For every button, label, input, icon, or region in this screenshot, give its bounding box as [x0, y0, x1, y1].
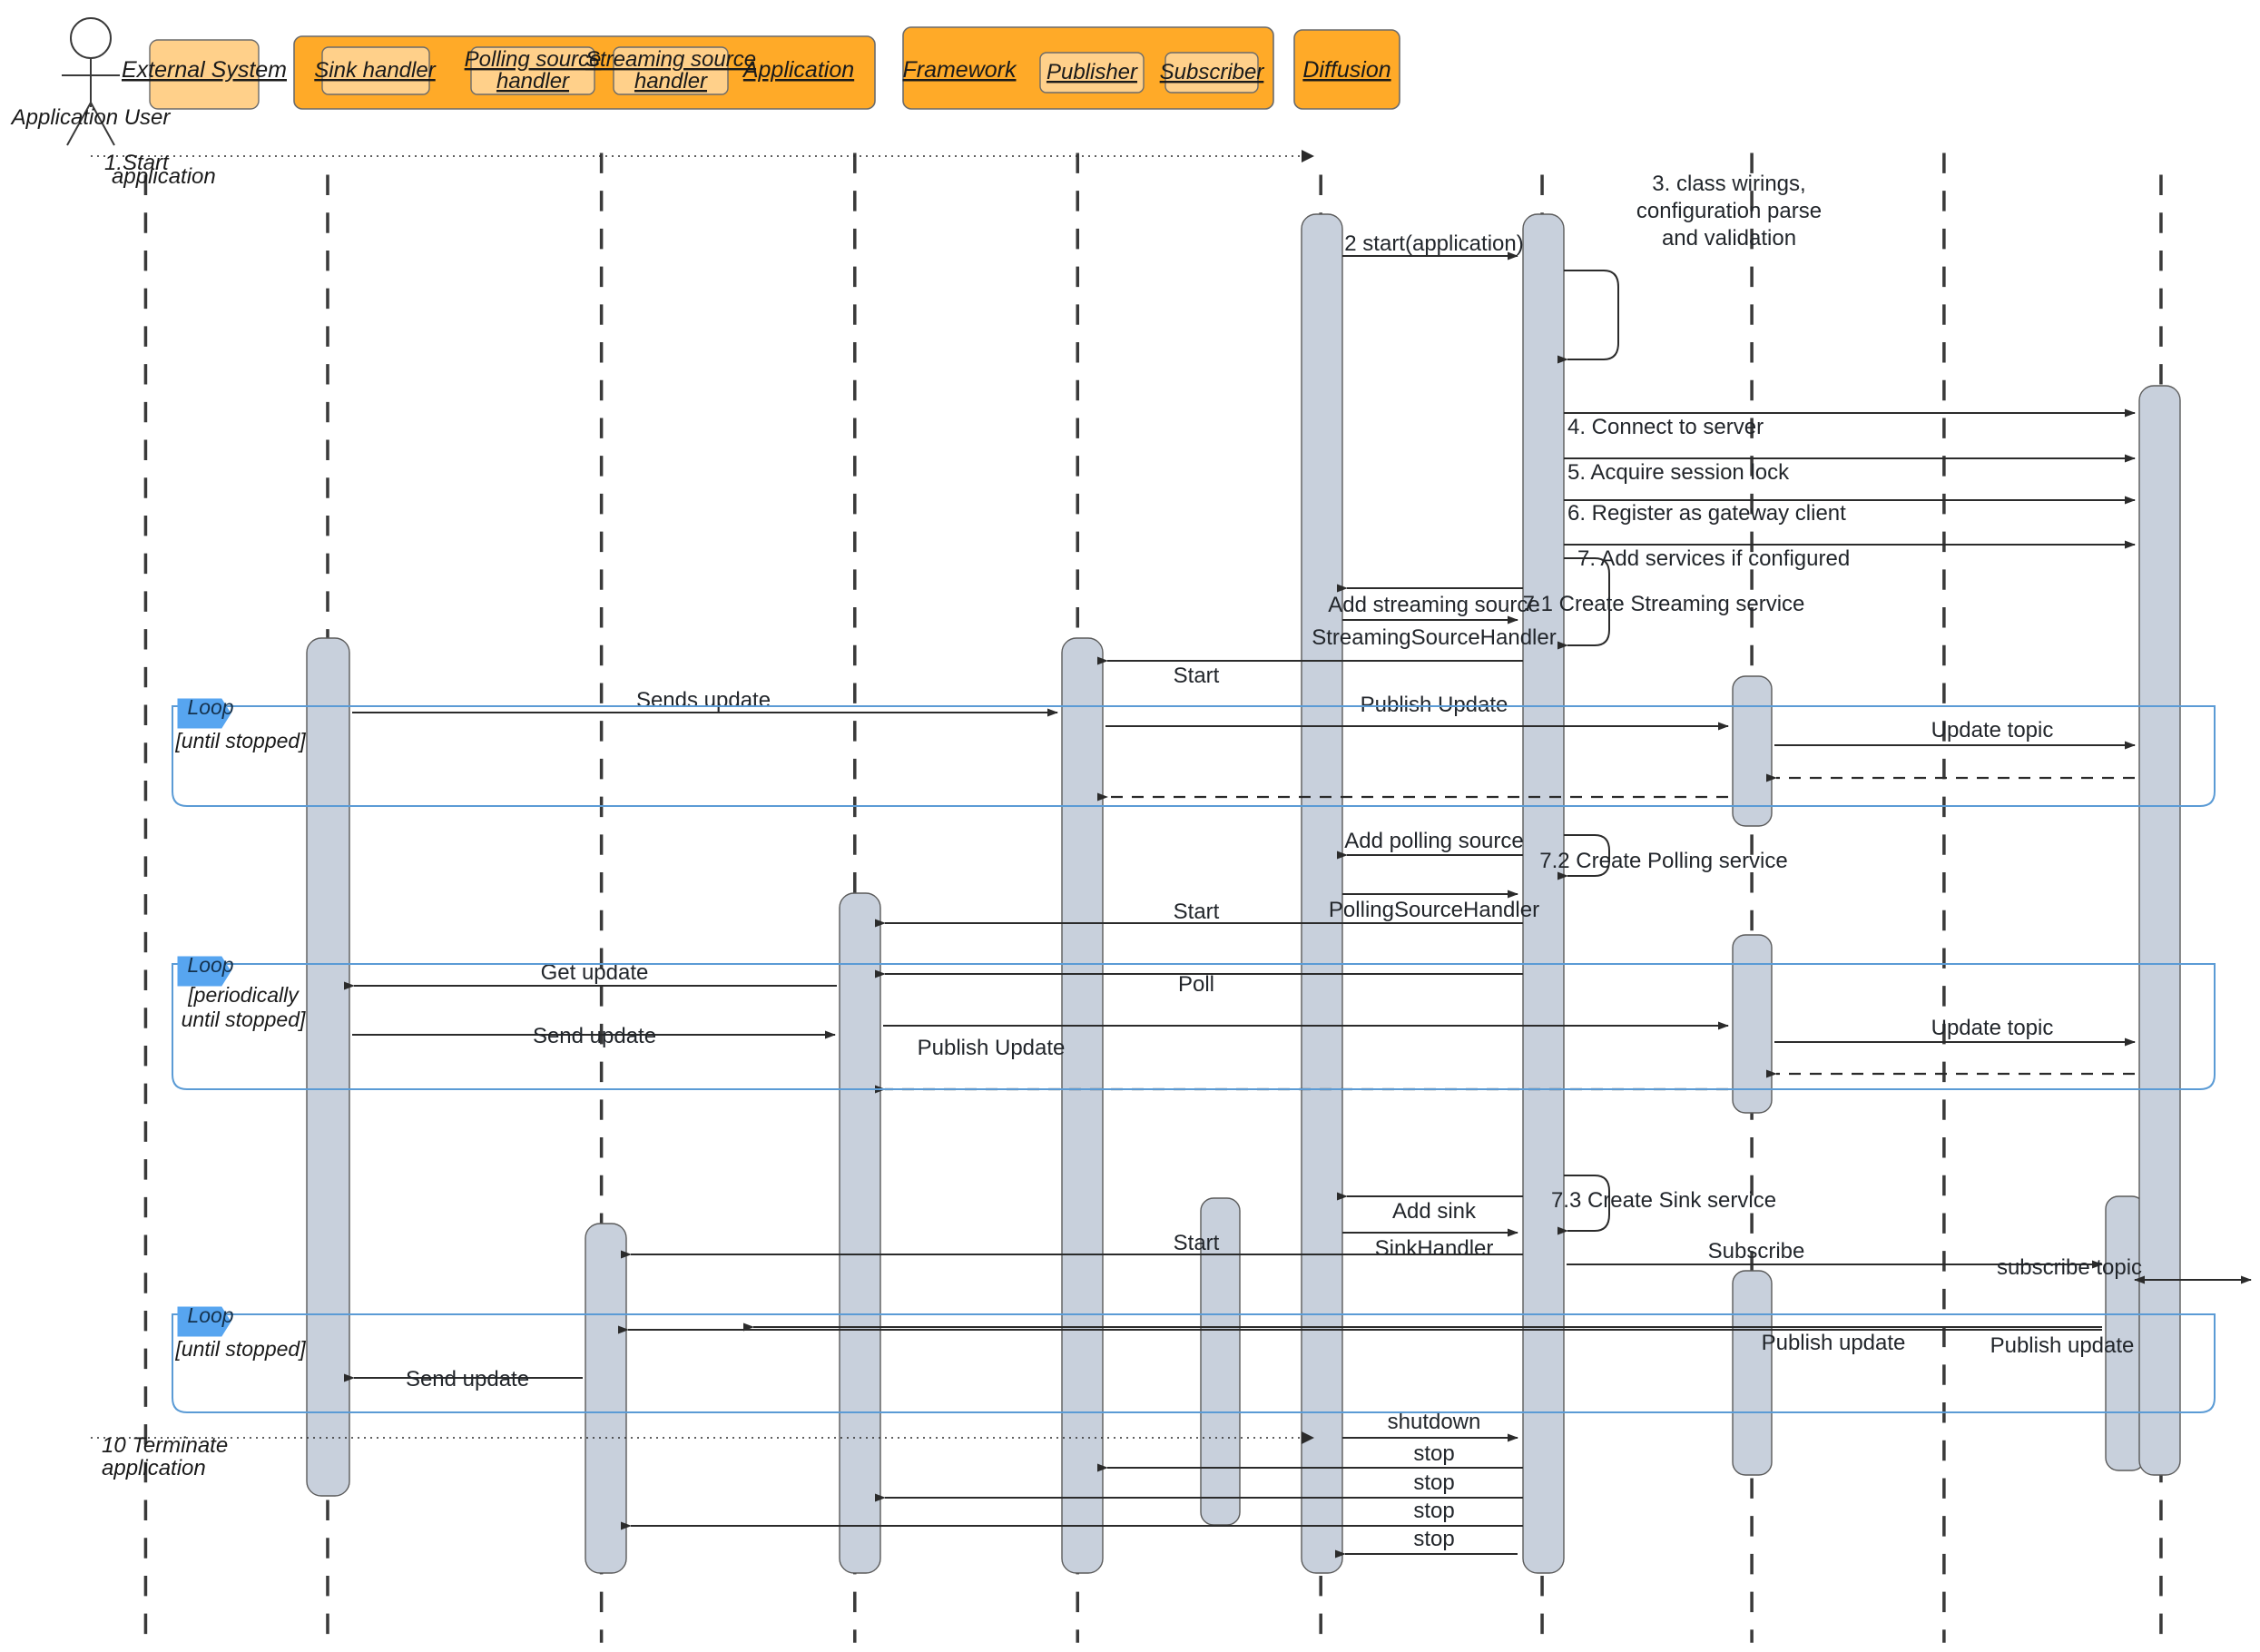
- loop-streaming-tab-label: Loop: [187, 695, 233, 719]
- message-label-connect-to-server: 4. Connect to server: [1567, 415, 1764, 439]
- activation-external-system: [306, 637, 350, 1497]
- message-label-poll: Poll: [1178, 972, 1214, 997]
- message-label-class-wirings-2: configuration parse: [1636, 199, 1822, 223]
- message-label-publish-update-polling: Publish Update: [918, 1036, 1066, 1060]
- diffusion-label: Diffusion: [1302, 57, 1390, 83]
- activation-streaming-handler: [1061, 637, 1104, 1574]
- message-label-create-polling-service: 7.2 Create Polling service: [1539, 849, 1787, 873]
- message-label-update-topic-polling: Update topic: [1931, 1016, 2054, 1040]
- message-label-send-update-sink: Send update: [406, 1367, 529, 1391]
- lifeline-head-sink-handler[interactable]: Sink handler: [314, 46, 437, 95]
- actor-label: Application User: [10, 105, 172, 130]
- activation-diffusion: [2138, 385, 2181, 1476]
- activation-sink-handler: [585, 1223, 627, 1574]
- message-label-subscribe-topic: subscribe topic: [1997, 1255, 2142, 1280]
- annotation-terminate-application: 10 Terminate application: [91, 1431, 1316, 1480]
- loop-sink-tab-label: Loop: [187, 1303, 233, 1327]
- message-label-start-streaming: Start: [1174, 664, 1220, 688]
- message-label-stop-2: stop: [1413, 1470, 1454, 1495]
- terminate-application-label-line2: application: [102, 1456, 206, 1480]
- message-label-create-streaming-service: 7.1 Create Streaming service: [1523, 592, 1805, 616]
- message-label-sends-update: Sends update: [636, 688, 771, 713]
- message-label-publish-update-sink-1: Publish update: [1762, 1331, 1906, 1355]
- loop-polling-tab-label: Loop: [187, 953, 233, 977]
- external-system-label: External System: [122, 57, 287, 83]
- polling-source-handler-label-line2: handler: [496, 69, 570, 93]
- activation-application: [1301, 213, 1343, 1574]
- loop-sink-condition: [until stopped]: [174, 1337, 306, 1361]
- activation-publisher-polling: [1732, 934, 1773, 1114]
- lifeline-head-external-system[interactable]: External System: [122, 39, 287, 110]
- lifeline-head-polling-source-handler[interactable]: Polling source handler: [465, 46, 602, 95]
- message-label-class-wirings-1: 3. class wirings,: [1652, 172, 1805, 196]
- message-label-register-gateway-client: 6. Register as gateway client: [1567, 501, 1846, 526]
- message-label-add-services: 7. Add services if configured: [1577, 546, 1850, 571]
- terminate-application-label-line1: 10 Terminate: [102, 1433, 228, 1458]
- message-label-publish-update-streaming: Publish Update: [1361, 693, 1508, 717]
- activation-publisher-sink: [1732, 1270, 1773, 1476]
- streaming-source-handler-label-line2: handler: [634, 69, 708, 93]
- message-label-create-sink-service: 7.3 Create Sink service: [1551, 1188, 1776, 1213]
- message-label-start-application: 2 start(application): [1344, 231, 1523, 256]
- message-label-add-streaming-source: Add streaming source: [1328, 593, 1539, 617]
- polling-source-handler-label-line1: Polling source: [465, 47, 602, 72]
- loop-polling-condition-line1: [periodically: [187, 983, 300, 1007]
- message-label-publish-update-sink-2: Publish update: [1990, 1333, 2135, 1358]
- message-label-sink-handler: SinkHandler: [1375, 1236, 1494, 1261]
- message-label-stop-4: stop: [1413, 1527, 1454, 1551]
- group-framework: Framework Publisher Subscriber: [902, 26, 1274, 110]
- lifeline-lines: [143, 152, 2163, 1643]
- activation-polling-handler: [839, 892, 881, 1574]
- message-label-stop-1: stop: [1413, 1441, 1454, 1466]
- start-application-arrowhead: [1302, 150, 1314, 162]
- loop-streaming-condition: [until stopped]: [174, 729, 306, 752]
- message-label-subscribe: Subscribe: [1708, 1239, 1805, 1264]
- framework-label: Framework: [902, 57, 1017, 83]
- message-label-class-wirings-3: and validation: [1662, 226, 1796, 251]
- message-label-shutdown: shutdown: [1388, 1410, 1481, 1434]
- lifeline-head-subscriber[interactable]: Subscriber: [1160, 52, 1265, 93]
- streaming-source-handler-label-line1: Streaming source: [585, 47, 756, 72]
- activation-publisher-streaming: [1732, 675, 1773, 827]
- lifeline-head-publisher[interactable]: Publisher: [1039, 52, 1145, 93]
- message-label-start-polling: Start: [1174, 900, 1220, 924]
- fragment-loop-sink: Loop [until stopped]: [172, 1303, 2216, 1413]
- group-handlers: Sink handler Polling source handler Stre…: [293, 35, 876, 110]
- sequence-diagram-canvas: Application User External System Sink ha…: [0, 0, 2260, 1652]
- message-label-stop-3: stop: [1413, 1499, 1454, 1523]
- message-label-streaming-source-handler: StreamingSourceHandler: [1312, 625, 1556, 650]
- message-label-send-update-polling: Send update: [533, 1024, 656, 1048]
- application-group-label: Application: [742, 57, 854, 83]
- lifeline-head-diffusion[interactable]: Diffusion: [1293, 29, 1400, 110]
- message-label-start-sink: Start: [1174, 1231, 1220, 1255]
- message-label-add-polling-source: Add polling source: [1344, 829, 1523, 853]
- subscriber-label: Subscriber: [1160, 60, 1265, 84]
- loop-polling-condition-line2: until stopped]: [182, 1008, 306, 1031]
- message-arrow-class-wirings-self: [1557, 270, 1619, 364]
- loop-streaming-box: [172, 705, 2216, 807]
- publisher-label: Publisher: [1046, 60, 1138, 84]
- sink-handler-label: Sink handler: [314, 58, 436, 83]
- start-application-label-line2: application: [112, 164, 216, 189]
- annotation-start-application: 1.Start application: [91, 151, 1316, 189]
- message-label-add-sink: Add sink: [1392, 1199, 1477, 1224]
- message-label-polling-source-handler: PollingSourceHandler: [1329, 898, 1539, 922]
- activation-framework: [1522, 213, 1565, 1574]
- message-label-acquire-session-lock: 5. Acquire session lock: [1567, 460, 1790, 485]
- message-label-update-topic-streaming: Update topic: [1931, 718, 2054, 742]
- activation-bars: [306, 213, 2181, 1574]
- actor-head-icon: [70, 17, 112, 59]
